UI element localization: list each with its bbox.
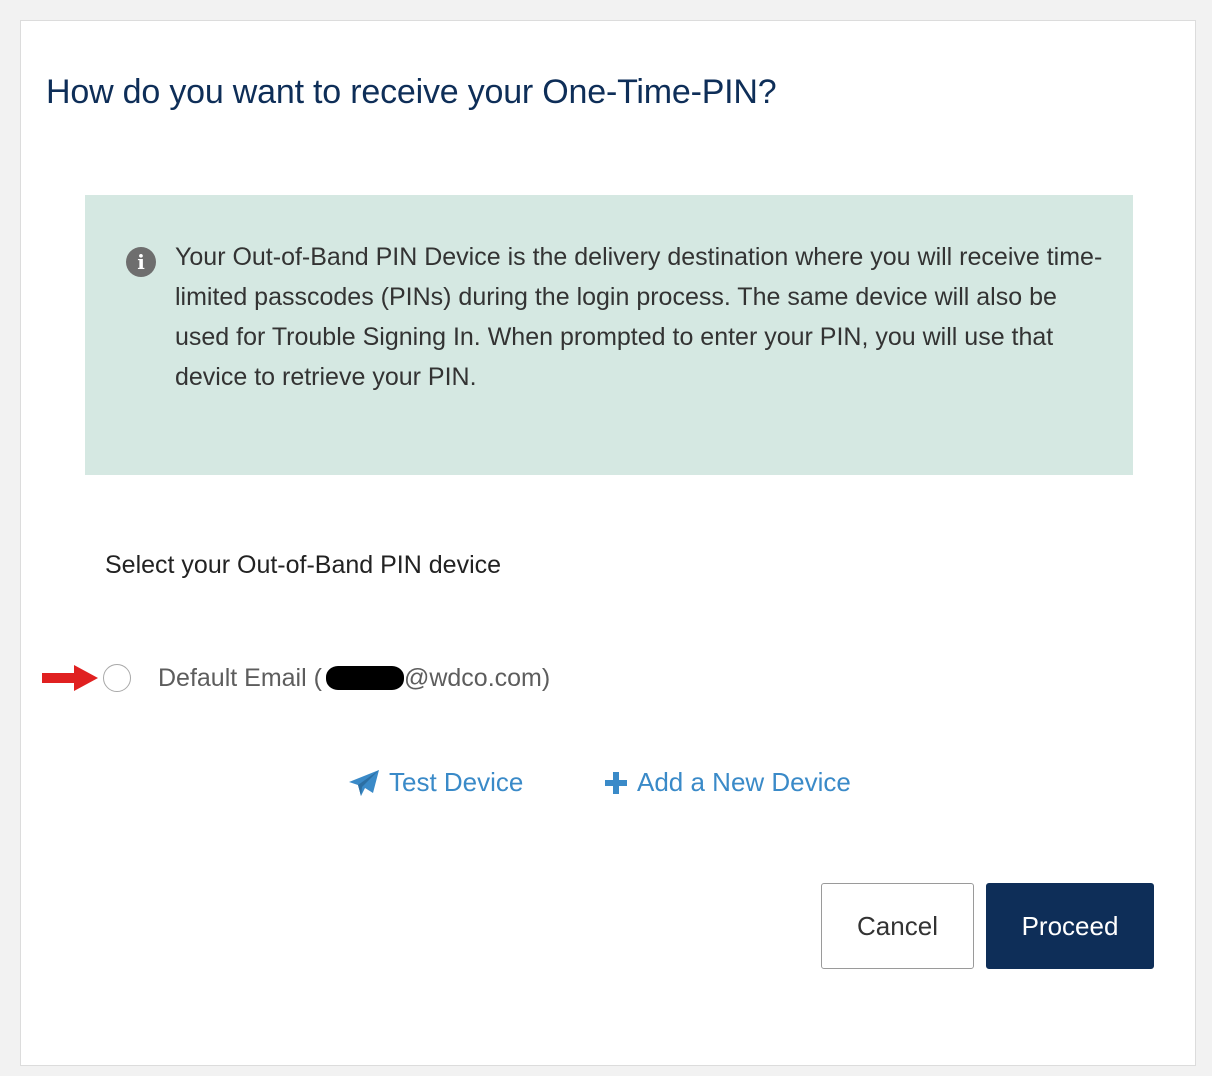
dialog-title: How do you want to receive your One-Time… [46,73,777,111]
email-label-suffix: @wdco.com) [403,663,551,692]
info-text: Your Out-of-Band PIN Device is the deliv… [175,243,1103,391]
info-circle-icon: i [126,247,156,277]
device-option-default-email[interactable]: Default Email ( @wdco.com) [103,661,550,695]
default-email-label[interactable]: Default Email ( @wdco.com) [158,664,550,693]
paper-plane-icon [349,769,379,796]
redacted-email-mark [325,666,404,690]
default-email-radio[interactable] [103,664,131,692]
add-device-label[interactable]: Add a New Device [637,767,851,798]
plus-icon [605,771,627,794]
info-panel: i Your Out-of-Band PIN Device is the del… [85,195,1133,475]
add-new-device-link[interactable]: Add a New Device [605,767,851,798]
test-device-link[interactable]: Test Device [349,767,523,798]
cancel-button[interactable]: Cancel [821,883,974,969]
proceed-button[interactable]: Proceed [986,883,1154,969]
device-select-label: Select your Out-of-Band PIN device [105,551,502,579]
red-arrow-icon [42,665,98,691]
otp-delivery-dialog: How do you want to receive your One-Time… [20,20,1196,1066]
email-label-prefix: Default Email ( [158,663,322,692]
test-device-label[interactable]: Test Device [389,767,523,798]
